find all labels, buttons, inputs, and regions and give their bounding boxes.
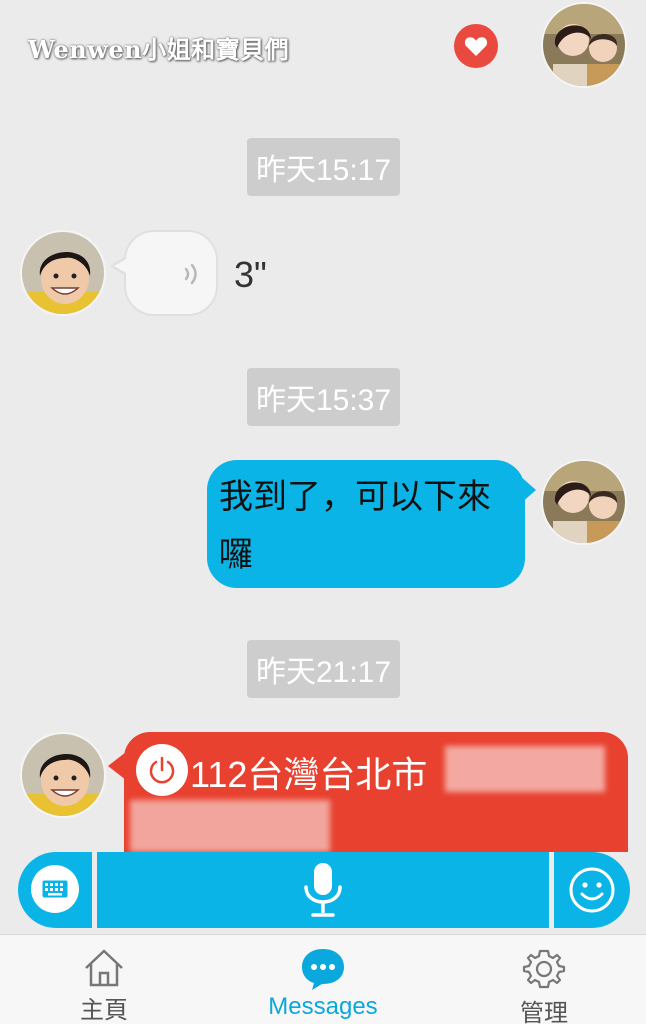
- tab-messages[interactable]: Messages: [248, 935, 398, 1024]
- timestamp-chip: 昨天15:37: [247, 368, 400, 426]
- keyboard-icon: [31, 865, 79, 913]
- redacted-block: [130, 800, 330, 852]
- contact-avatar[interactable]: [20, 732, 106, 818]
- tab-label: 主頁: [80, 997, 128, 1024]
- heart-icon: [464, 37, 488, 56]
- user-avatar[interactable]: [541, 459, 627, 545]
- watermark-text: Wenwen小姐和寶貝們: [28, 35, 290, 64]
- home-icon: [85, 949, 123, 986]
- user-avatar[interactable]: [541, 2, 627, 88]
- bubble-tail: [520, 476, 536, 504]
- chat-bubble-icon: [302, 949, 344, 990]
- tab-manage[interactable]: 管理: [494, 935, 594, 1024]
- bottom-tab-bar: 主頁 Messages 管理: [0, 934, 646, 1024]
- contact-avatar[interactable]: [20, 230, 106, 316]
- timestamp-chip: 昨天21:17: [247, 640, 400, 698]
- voice-duration: 3": [234, 254, 267, 295]
- location-address: 112台灣台北市: [190, 754, 428, 795]
- voice-message-bubble[interactable]: [110, 230, 218, 316]
- outgoing-message-bubble[interactable]: 我到了，可以下來囉: [207, 460, 525, 588]
- redacted-block: [445, 746, 605, 792]
- gear-icon: [522, 949, 566, 989]
- sound-wave-icon: [184, 263, 197, 285]
- microphone-icon: [304, 863, 342, 917]
- tab-label: Messages: [268, 993, 378, 1020]
- tab-home[interactable]: 主頁: [54, 935, 154, 1024]
- emoji-button[interactable]: [554, 852, 630, 928]
- hold-to-talk-button[interactable]: [97, 852, 549, 928]
- tab-label: 管理: [520, 1000, 568, 1024]
- smiley-icon: [569, 867, 615, 913]
- power-icon: [149, 756, 175, 784]
- timestamp-chip: 昨天15:17: [247, 138, 400, 196]
- favorite-button[interactable]: [454, 24, 498, 68]
- power-button[interactable]: [136, 744, 188, 796]
